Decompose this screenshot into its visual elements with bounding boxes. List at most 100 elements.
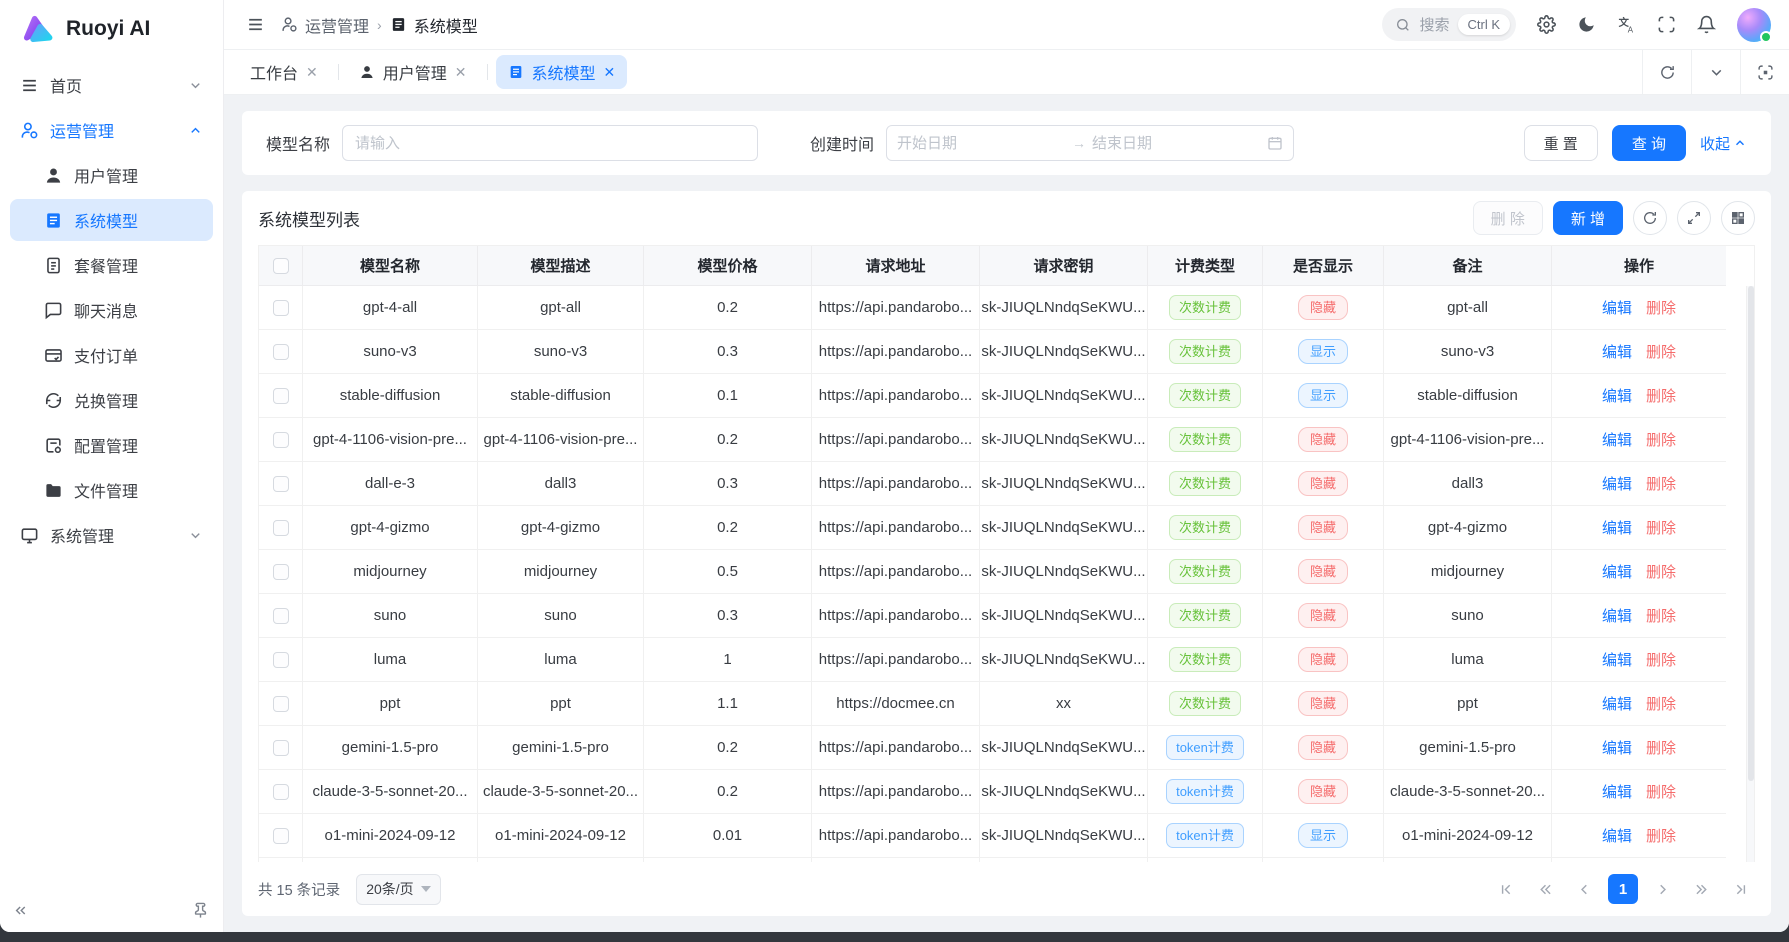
select-all-checkbox[interactable] xyxy=(273,258,289,274)
prev-5-pages-button[interactable] xyxy=(1530,874,1560,904)
delete-link[interactable]: 删除 xyxy=(1646,341,1676,362)
delete-link[interactable]: 删除 xyxy=(1646,473,1676,494)
edit-link[interactable]: 编辑 xyxy=(1602,341,1632,362)
sidebar-item-config-mgmt[interactable]: 配置管理 xyxy=(10,424,213,466)
row-checkbox[interactable] xyxy=(273,828,289,844)
sidebar-collapse-button[interactable] xyxy=(12,902,29,919)
cell-remark: midjourney xyxy=(1384,550,1552,594)
page-content: 模型名称 创建时间 → 重 置 查 询 收起 xyxy=(224,95,1789,932)
edit-link[interactable]: 编辑 xyxy=(1602,825,1632,846)
edit-link[interactable]: 编辑 xyxy=(1602,429,1632,450)
delete-link[interactable]: 删除 xyxy=(1646,781,1676,802)
delete-link[interactable]: 删除 xyxy=(1646,693,1676,714)
table-scrollbar-thumb[interactable] xyxy=(1748,286,1754,781)
sidebar-item-package-mgmt[interactable]: 套餐管理 xyxy=(10,244,213,286)
row-checkbox[interactable] xyxy=(273,608,289,624)
delete-link[interactable]: 删除 xyxy=(1646,385,1676,406)
search-button[interactable]: 查 询 xyxy=(1612,125,1686,161)
row-checkbox[interactable] xyxy=(273,564,289,580)
delete-link[interactable]: 删除 xyxy=(1646,649,1676,670)
row-checkbox[interactable] xyxy=(273,476,289,492)
breadcrumb-operations[interactable]: 运营管理 xyxy=(281,13,369,37)
edit-link[interactable]: 编辑 xyxy=(1602,737,1632,758)
row-checkbox[interactable] xyxy=(273,300,289,316)
column-settings-button[interactable] xyxy=(1721,201,1755,235)
breadcrumb-system-model[interactable]: 系统模型 xyxy=(390,13,478,37)
row-checkbox[interactable] xyxy=(273,696,289,712)
table-refresh-button[interactable] xyxy=(1633,201,1667,235)
sidebar-item-chat-messages[interactable]: 聊天消息 xyxy=(10,289,213,331)
language-button[interactable]: 文A xyxy=(1617,15,1636,34)
delete-link[interactable]: 删除 xyxy=(1646,605,1676,626)
edit-link[interactable]: 编辑 xyxy=(1602,693,1632,714)
next-page-button[interactable] xyxy=(1647,874,1677,904)
row-checkbox[interactable] xyxy=(273,652,289,668)
cell-operations: 编辑 删除 xyxy=(1552,418,1726,462)
delete-link[interactable]: 删除 xyxy=(1646,517,1676,538)
sidebar-item-operations[interactable]: 运营管理 xyxy=(10,109,213,151)
sidebar-item-user-mgmt[interactable]: 用户管理 xyxy=(10,154,213,196)
delete-link[interactable]: 删除 xyxy=(1646,561,1676,582)
row-checkbox[interactable] xyxy=(273,432,289,448)
close-icon[interactable]: ✕ xyxy=(604,65,616,79)
edit-link[interactable]: 编辑 xyxy=(1602,473,1632,494)
dark-mode-button[interactable] xyxy=(1577,15,1596,34)
notifications-button[interactable] xyxy=(1697,15,1716,34)
page-size-select[interactable]: 20条/页 xyxy=(356,874,440,905)
row-checkbox[interactable] xyxy=(273,520,289,536)
start-date-input[interactable] xyxy=(897,135,1066,152)
delete-link[interactable]: 删除 xyxy=(1646,825,1676,846)
delete-link[interactable]: 删除 xyxy=(1646,737,1676,758)
add-button[interactable]: 新 增 xyxy=(1553,201,1623,235)
delete-link[interactable]: 删除 xyxy=(1646,297,1676,318)
date-range-picker[interactable]: → xyxy=(886,125,1294,161)
tab-user-mgmt[interactable]: 用户管理 ✕ xyxy=(347,55,479,89)
delete-link[interactable]: 删除 xyxy=(1646,429,1676,450)
pin-icon[interactable] xyxy=(192,902,209,919)
edit-link[interactable]: 编辑 xyxy=(1602,517,1632,538)
sidebar-item-system-model[interactable]: 系统模型 xyxy=(10,199,213,241)
refresh-tab-button[interactable] xyxy=(1642,50,1691,94)
edit-link[interactable]: 编辑 xyxy=(1602,649,1632,670)
current-page-button[interactable]: 1 xyxy=(1608,874,1638,904)
reset-button[interactable]: 重 置 xyxy=(1524,125,1598,161)
settings-button[interactable] xyxy=(1537,15,1556,34)
tab-options-button[interactable] xyxy=(1691,50,1740,94)
sidebar-item-exchange-mgmt[interactable]: 兑换管理 xyxy=(10,379,213,421)
global-search[interactable]: 搜索 Ctrl K xyxy=(1382,8,1516,41)
delete-selected-button[interactable]: 删 除 xyxy=(1473,201,1543,235)
row-checkbox[interactable] xyxy=(273,344,289,360)
sidebar-item-system-mgmt[interactable]: 系统管理 xyxy=(10,514,213,556)
edit-link[interactable]: 编辑 xyxy=(1602,781,1632,802)
brand-logo[interactable]: Ruoyi AI xyxy=(0,0,223,58)
table-fullscreen-button[interactable] xyxy=(1677,201,1711,235)
prev-page-button[interactable] xyxy=(1569,874,1599,904)
tab-system-model[interactable]: 系统模型 ✕ xyxy=(496,55,628,89)
edit-link[interactable]: 编辑 xyxy=(1602,297,1632,318)
row-checkbox[interactable] xyxy=(273,740,289,756)
close-icon[interactable]: ✕ xyxy=(306,65,318,79)
close-icon[interactable]: ✕ xyxy=(455,65,467,79)
row-checkbox[interactable] xyxy=(273,388,289,404)
sidebar-item-label: 文件管理 xyxy=(74,478,203,502)
collapse-filters-link[interactable]: 收起 xyxy=(1700,133,1747,154)
sidebar-item-payment-orders[interactable]: 支付订单 xyxy=(10,334,213,376)
sidebar-item-label: 聊天消息 xyxy=(74,298,203,322)
avatar[interactable] xyxy=(1737,8,1771,42)
row-checkbox[interactable] xyxy=(273,784,289,800)
last-page-button[interactable] xyxy=(1725,874,1755,904)
sidebar-item-home[interactable]: 首页 xyxy=(10,64,213,106)
cell-visibility: 隐藏 xyxy=(1263,638,1384,682)
edit-link[interactable]: 编辑 xyxy=(1602,605,1632,626)
edit-link[interactable]: 编辑 xyxy=(1602,561,1632,582)
tab-workbench[interactable]: 工作台 ✕ xyxy=(238,55,330,89)
edit-link[interactable]: 编辑 xyxy=(1602,385,1632,406)
sidebar-toggle-button[interactable] xyxy=(246,15,265,34)
next-5-pages-button[interactable] xyxy=(1686,874,1716,904)
model-name-input[interactable] xyxy=(342,125,758,161)
sidebar-item-file-mgmt[interactable]: 文件管理 xyxy=(10,469,213,511)
end-date-input[interactable] xyxy=(1092,135,1261,152)
content-maximize-button[interactable] xyxy=(1740,50,1789,94)
fullscreen-button[interactable] xyxy=(1657,15,1676,34)
first-page-button[interactable] xyxy=(1491,874,1521,904)
